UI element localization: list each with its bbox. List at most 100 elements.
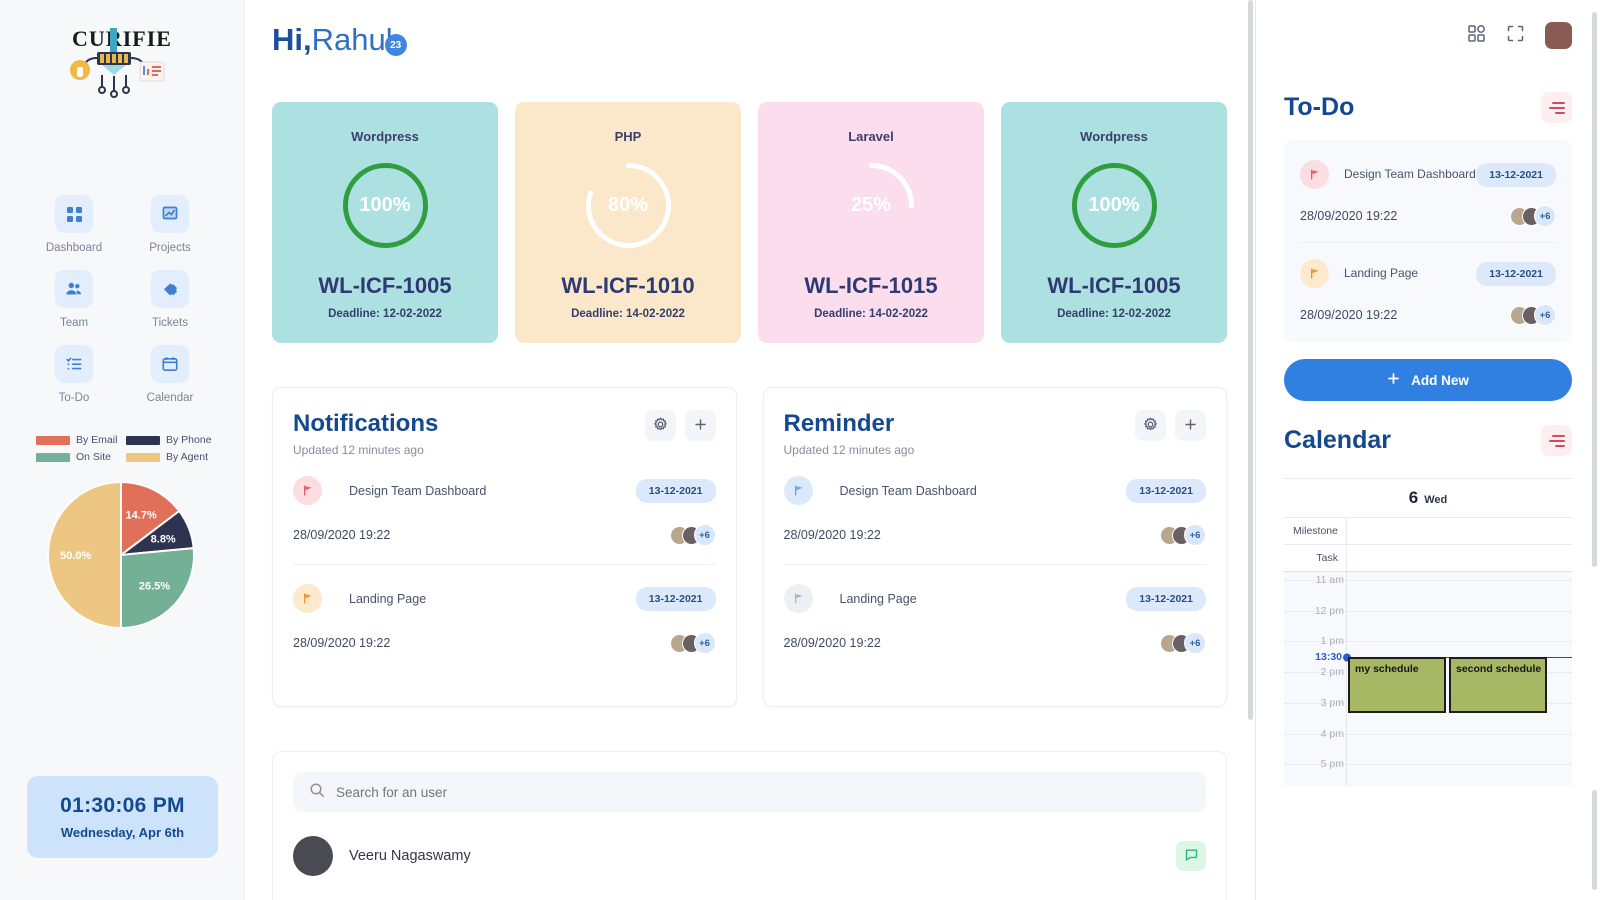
pie-slice-label: 14.7%	[126, 509, 157, 521]
calendar-hour-label: 11 am	[1315, 574, 1344, 586]
avatar-stack[interactable]: +6	[669, 524, 716, 546]
gear-icon	[1143, 416, 1158, 435]
project-card[interactable]: Laravel 25% WL-ICF-1015 Deadline: 14-02-…	[758, 102, 984, 343]
sidebar-item-label: To-Do	[58, 392, 90, 404]
legend-item: By Phone	[126, 434, 212, 446]
sidebar-item-tickets[interactable]: Tickets	[122, 270, 218, 329]
reminder-add-button[interactable]	[1175, 410, 1206, 441]
todo-item[interactable]: Landing Page 13-12-2021 28/09/2020 19:22…	[1300, 242, 1556, 326]
sidebar-item-team[interactable]: Team	[26, 270, 122, 329]
reminder-item[interactable]: Landing Page 13-12-2021 28/09/2020 19:22…	[783, 564, 1206, 654]
reminder-name: Landing Page	[839, 591, 917, 606]
greeting-prefix: Hi,	[272, 22, 312, 57]
todo-timestamp: 28/09/2020 19:22	[1300, 308, 1398, 322]
page-title: Hi,Rahul	[272, 24, 393, 55]
notification-date: 13-12-2021	[635, 586, 716, 611]
calendar-row-milestone[interactable]: Milestone	[1284, 517, 1572, 544]
list-check-icon	[55, 345, 93, 383]
calendar-day-header: 6 Wed	[1284, 479, 1572, 517]
search-input[interactable]	[336, 784, 1190, 800]
notifications-add-button[interactable]	[684, 410, 716, 441]
avatar-stack[interactable]: +6	[1160, 524, 1206, 546]
todo-header: To-Do	[1284, 92, 1572, 123]
legend-label: On Site	[76, 451, 112, 463]
todo-menu-button[interactable]	[1541, 92, 1572, 123]
avatar-more-count: +6	[1184, 524, 1206, 546]
sidebar-item-projects[interactable]: Projects	[122, 195, 218, 254]
notification-timestamp: 28/09/2020 19:22	[293, 528, 391, 542]
calendar-event[interactable]: my schedule	[1348, 656, 1446, 714]
calendar-hour-label: 3 pm	[1320, 696, 1344, 709]
sidebar-item-calendar[interactable]: Calendar	[122, 345, 218, 404]
left-sidebar: CURIFIE Dashboard Projects Team Tickets …	[0, 0, 245, 900]
legend-swatch-by-email	[36, 435, 70, 445]
avatar-stack[interactable]: +6	[1510, 304, 1556, 326]
fullscreen-button[interactable]	[1506, 24, 1525, 46]
calendar-title: Calendar	[1284, 426, 1391, 454]
notifications-settings-button[interactable]	[644, 410, 676, 441]
reminder-timestamp: 28/09/2020 19:22	[783, 636, 881, 650]
project-card[interactable]: PHP 80% WL-ICF-1010 Deadline: 14-02-2022	[515, 102, 741, 343]
sidebar-item-label: Dashboard	[45, 242, 103, 254]
panel-subtitle: Updated 12 minutes ago	[783, 443, 915, 457]
todo-date: 13-12-2021	[1476, 261, 1556, 286]
apps-grid-button[interactable]	[1467, 24, 1486, 46]
grid-icon	[55, 195, 93, 233]
notification-count-badge[interactable]: 23	[384, 34, 407, 56]
calendar-time-grid[interactable]: 11 am 12 pm 1 pm 2 pm 3 pm 4 pm 5 pm 13:30 my sc…	[1284, 571, 1572, 786]
flag-icon	[1300, 259, 1329, 288]
flag-icon	[293, 476, 322, 505]
clock-time: 01:30:06 PM	[60, 794, 185, 817]
calendar-row-label: Milestone	[1293, 525, 1338, 537]
add-new-button[interactable]: Add New	[1284, 359, 1572, 401]
reminder-item[interactable]: Design Team Dashboard 13-12-2021 28/09/2…	[783, 457, 1206, 546]
reminder-date: 13-12-2021	[1126, 478, 1206, 503]
menu-lines-icon	[1552, 434, 1565, 437]
calendar-hour-label: 2 pm	[1320, 666, 1344, 679]
notification-item[interactable]: Landing Page 13-12-2021 28/09/2020 19:22…	[293, 564, 716, 654]
chat-button[interactable]	[1176, 841, 1206, 871]
project-code: WL-ICF-1005	[318, 273, 452, 298]
right-sidebar: To-Do Design Team Dashboard 13-12-2021 2…	[1255, 0, 1600, 900]
legend-label: By Email	[76, 434, 118, 446]
progress-label: 80%	[607, 194, 649, 216]
project-deadline: Deadline: 14-02-2022	[814, 308, 928, 320]
clock-date: Wednesday, Apr 6th	[60, 825, 185, 840]
user-result-row[interactable]: Veeru Nagaswamy	[293, 836, 1206, 876]
reminder-name: Design Team Dashboard	[839, 483, 977, 498]
legend-swatch-by-agent	[126, 452, 160, 462]
pie-chart-legend: By Email By Phone On Site By Agent	[36, 434, 212, 468]
sidebar-item-todo[interactable]: To-Do	[26, 345, 122, 404]
calendar-event[interactable]: second schedule	[1449, 656, 1547, 714]
reminder-settings-button[interactable]	[1135, 410, 1166, 441]
reminder-panel: Reminder Updated 12 minutes ago Design T…	[762, 387, 1227, 707]
progress-ring: 100%	[1067, 158, 1162, 253]
legend-swatch-by-phone	[126, 435, 160, 445]
sidebar-item-dashboard[interactable]: Dashboard	[26, 195, 122, 254]
search-bar[interactable]	[293, 772, 1206, 812]
todo-name: Design Team Dashboard	[1344, 167, 1476, 182]
progress-ring: 80%	[581, 158, 676, 253]
right-sidebar-scrollbar-top[interactable]	[1592, 12, 1597, 567]
user-avatar[interactable]	[1545, 21, 1572, 49]
project-card[interactable]: Wordpress 100% WL-ICF-1005 Deadline: 12-…	[272, 102, 498, 343]
avatar-stack[interactable]: +6	[1160, 632, 1206, 654]
chat-icon	[1184, 847, 1199, 865]
calendar-current-time-label: 13:30	[1315, 650, 1342, 663]
reminder-date: 13-12-2021	[1126, 586, 1206, 611]
avatar-stack[interactable]: +6	[1510, 205, 1556, 227]
notification-item[interactable]: Design Team Dashboard 13-12-2021 28/09/2…	[293, 457, 716, 546]
project-tech: PHP	[614, 129, 642, 144]
main-scrollbar[interactable]	[1248, 0, 1253, 720]
calendar-row-task[interactable]: Task	[1284, 544, 1572, 571]
svg-text:CURIFIE: CURIFIE	[72, 26, 172, 51]
todo-item[interactable]: Design Team Dashboard 13-12-2021 28/09/2…	[1300, 144, 1556, 227]
progress-ring: 100%	[338, 158, 433, 253]
calendar-menu-button[interactable]	[1541, 425, 1572, 456]
brand-logo[interactable]: CURIFIE	[52, 22, 192, 100]
project-cards-row: Wordpress 100% WL-ICF-1005 Deadline: 12-…	[272, 102, 1227, 343]
project-card[interactable]: Wordpress 100% WL-ICF-1005 Deadline: 12-…	[1001, 102, 1227, 343]
avatar-stack[interactable]: +6	[669, 632, 716, 654]
right-sidebar-scrollbar-bottom[interactable]	[1592, 790, 1597, 890]
top-bar	[1284, 0, 1572, 70]
